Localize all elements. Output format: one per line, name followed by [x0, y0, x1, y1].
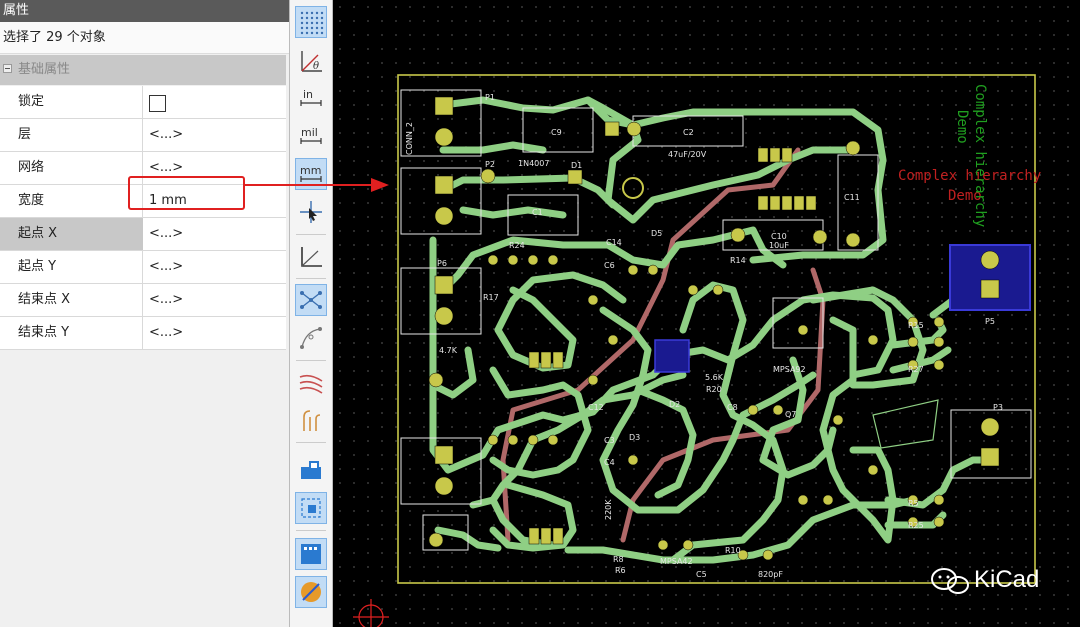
label-mpsa92: MPSA92	[773, 365, 806, 374]
ref-c3: C3	[604, 436, 615, 445]
ref-r15: R15	[908, 321, 924, 330]
svg-text:θ: θ	[313, 61, 319, 72]
origin-marker-icon	[353, 599, 389, 627]
label-5-6k: 5.6K	[705, 373, 724, 382]
highlighted-pad	[654, 339, 690, 373]
group-label: 基础属性	[18, 62, 71, 77]
label-220k: 220K	[604, 499, 613, 520]
ref-r24: R24	[509, 241, 525, 250]
axes-origin-icon[interactable]	[295, 240, 327, 272]
layer-manager-icon[interactable]	[295, 538, 327, 570]
ratsnest-icon[interactable]	[295, 284, 327, 316]
label-mpsa42: MPSA42	[660, 557, 693, 566]
property-value-start-y[interactable]: <...>	[143, 251, 286, 283]
left-toolbar: θ in mil mm	[289, 0, 333, 627]
label-820pf: 820pF	[758, 570, 783, 579]
ref-d2: D2	[669, 400, 680, 409]
ref-r20: R20	[706, 385, 722, 394]
ref-r5: R5	[908, 499, 919, 508]
annotation-arrow-icon	[245, 178, 389, 192]
unit-mil-label: mil	[301, 126, 318, 139]
ref-c4: C4	[604, 458, 615, 467]
property-row-layer: 层 <...>	[0, 119, 286, 152]
ref-r27: R27	[908, 365, 924, 374]
selection-count: 选择了 29 个对象	[0, 22, 290, 54]
curved-ratsnest-icon[interactable]	[295, 322, 327, 354]
ref-r14: R14	[730, 256, 746, 265]
property-name: 层	[0, 119, 143, 151]
pcb-canvas[interactable]: P1 P2 P3 P5 P6 D1 C9 C2 C1 C10 C11 C14 4…	[333, 0, 1080, 627]
ref-d3: D3	[629, 433, 640, 442]
ref-r17: R17	[483, 293, 499, 302]
ref-c10: C10	[771, 232, 787, 241]
property-value-locked[interactable]	[143, 86, 286, 118]
property-value-layer[interactable]: <...>	[143, 119, 286, 151]
logo-outline	[872, 399, 939, 449]
label-47uf: 47uF/20V	[668, 150, 707, 159]
ref-c8: C8	[727, 403, 738, 412]
ref-c9: C9	[551, 128, 562, 137]
ref-q7: Q7	[785, 410, 796, 419]
ref-p6: P6	[437, 259, 447, 268]
brand-name: KiCad	[974, 566, 1040, 593]
pad-fill-icon[interactable]	[295, 492, 327, 524]
ref-c5: C5	[696, 570, 707, 579]
locked-checkbox[interactable]	[149, 95, 166, 112]
net-highlight-icon[interactable]	[295, 576, 327, 608]
property-row-locked: 锁定	[0, 86, 286, 119]
property-row-end-y: 结束点 Y <...>	[0, 317, 286, 350]
inch-units-button[interactable]: in	[295, 82, 327, 114]
property-name: 宽度	[0, 185, 143, 217]
ref-c6: C6	[604, 261, 615, 270]
ref-c11: C11	[844, 193, 860, 202]
ref-p3: P3	[993, 403, 1003, 412]
ref-c2: C2	[683, 128, 694, 137]
property-grid: 锁定 层 <...> 网络 <...> 宽度 1 mm 起点 X <...> 起…	[0, 86, 286, 350]
property-row-end-x: 结束点 X <...>	[0, 284, 286, 317]
property-value-end-x[interactable]: <...>	[143, 284, 286, 316]
property-name: 起点 Y	[0, 251, 143, 283]
ref-r6: R6	[615, 566, 626, 575]
ref-c12: C12	[588, 403, 604, 412]
ref-p1: P1	[485, 93, 495, 102]
pcb-board: P1 P2 P3 P5 P6 D1 C9 C2 C1 C10 C11 C14 4…	[353, 74, 1041, 627]
grid-dots-icon[interactable]	[295, 6, 327, 38]
properties-panel: 属性 选择了 29 个对象 基础属性 锁定 层 <...> 网络 <...> 宽…	[0, 0, 290, 627]
ref-p2: P2	[485, 160, 495, 169]
board-text-green-demo: Demo	[954, 110, 970, 144]
ref-d1: D1	[571, 161, 582, 170]
property-name: 锁定	[0, 86, 143, 118]
ref-p5: P5	[985, 317, 995, 326]
property-value-end-y[interactable]: <...>	[143, 317, 286, 349]
board-text-red-title: Complex hierarchy	[898, 168, 1041, 184]
label-conn2-p1: CONN_2	[405, 122, 414, 155]
label-1n4007: 1N4007	[518, 159, 549, 168]
board-text-green-title: Complex hierarchy	[972, 84, 988, 227]
property-name: 结束点 X	[0, 284, 143, 316]
mil-units-button[interactable]: mil	[295, 120, 327, 152]
track-outline-icon[interactable]	[295, 366, 327, 398]
panel-title: 属性	[0, 0, 290, 22]
property-row-start-y: 起点 Y <...>	[0, 251, 286, 284]
property-value-start-x[interactable]: <...>	[143, 218, 286, 250]
ref-r8: R8	[613, 555, 624, 564]
collapse-toggle-icon[interactable]	[3, 64, 12, 73]
polar-coords-icon[interactable]: θ	[295, 44, 327, 76]
ref-d5: D5	[651, 229, 662, 238]
ref-r10: R10	[725, 546, 741, 555]
width-highlight-box	[128, 176, 245, 210]
ref-c14: C14	[606, 238, 622, 247]
ref-c1: C1	[532, 208, 543, 217]
property-name: 起点 X	[0, 218, 143, 250]
group-basic-properties[interactable]: 基础属性	[0, 55, 286, 85]
property-name: 网络	[0, 152, 143, 184]
ref-r25: R25	[908, 521, 924, 530]
label-4-7k: 4.7K	[439, 346, 458, 355]
unit-inch-label: in	[303, 88, 313, 101]
via-outline-icon[interactable]	[295, 404, 327, 436]
property-name: 结束点 Y	[0, 317, 143, 349]
zone-fill-icon[interactable]	[295, 452, 327, 484]
label-10uf: 10uF	[769, 241, 789, 250]
property-row-start-x: 起点 X <...>	[0, 218, 286, 251]
